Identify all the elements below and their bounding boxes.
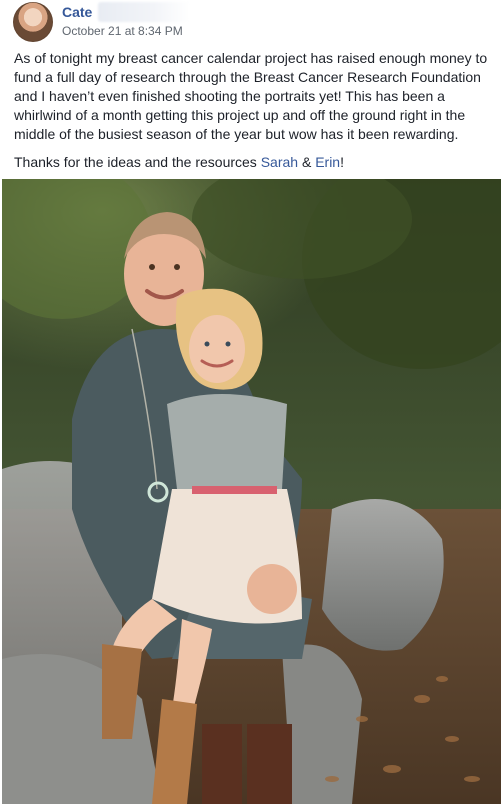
post-thanks-line: Thanks for the ideas and the resources S… [14, 153, 492, 172]
thanks-text: Thanks for the ideas and the resources [14, 154, 261, 170]
post-header: Cate October 21 at 8:34 PM [0, 0, 503, 46]
portrait-photo-image [2, 179, 501, 804]
post-timestamp[interactable]: October 21 at 8:34 PM [62, 24, 183, 38]
author-name[interactable]: Cate [62, 4, 92, 20]
mention-link[interactable]: Sarah [261, 154, 298, 170]
post-body: As of tonight my breast cancer calendar … [14, 49, 492, 172]
post-photo[interactable] [2, 179, 501, 804]
post-paragraph: As of tonight my breast cancer calendar … [14, 50, 488, 142]
author-avatar[interactable] [13, 2, 53, 42]
conjunction-text: & [298, 154, 316, 170]
redacted-surname [98, 2, 190, 22]
facebook-post: Cate October 21 at 8:34 PM As of tonight… [0, 0, 503, 804]
mention-link[interactable]: Erin [315, 154, 340, 170]
exclamation-text: ! [340, 154, 344, 170]
